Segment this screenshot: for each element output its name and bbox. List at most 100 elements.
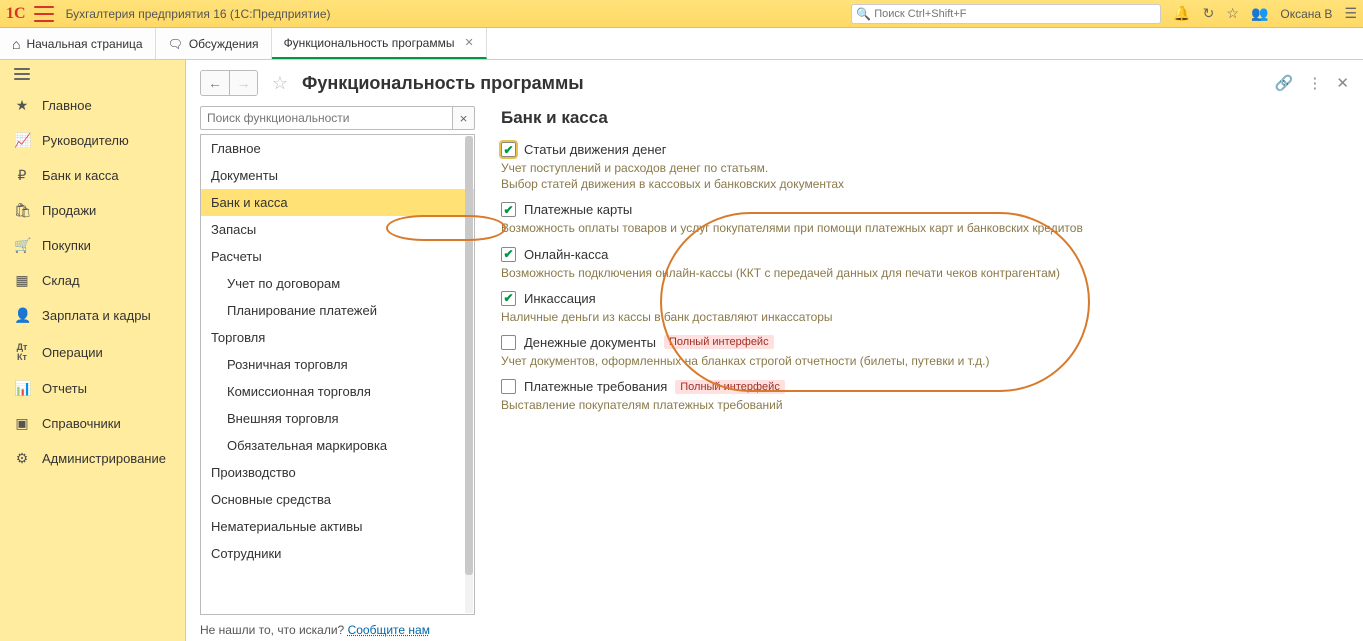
tree-item[interactable]: Учет по договорам <box>201 270 474 297</box>
back-button[interactable]: ← <box>201 71 229 95</box>
link-icon[interactable]: 🔗 <box>1275 74 1294 92</box>
tree-item[interactable]: Сотрудники <box>201 540 474 567</box>
gear-icon: ⚙ <box>14 450 30 467</box>
boxes-icon: ▦ <box>14 272 30 289</box>
star-icon[interactable]: ☆ <box>1226 5 1239 22</box>
tree-item[interactable]: Основные средства <box>201 486 474 513</box>
close-icon[interactable]: ✕ <box>464 36 473 49</box>
tree-search: × <box>200 106 475 130</box>
user-icon[interactable]: 👥 <box>1251 5 1268 22</box>
checkbox[interactable] <box>501 142 516 157</box>
sidebar-item-sales[interactable]: 🛍 Продажи <box>0 193 185 228</box>
tab-discussions[interactable]: 🗨 Обсуждения <box>156 28 272 59</box>
tab-home[interactable]: ⌂ Начальная страница <box>0 28 156 59</box>
close-icon[interactable]: ✕ <box>1336 74 1349 92</box>
tree-item[interactable]: Планирование платежей <box>201 297 474 324</box>
checkbox[interactable] <box>501 291 516 306</box>
hamburger-icon[interactable] <box>34 6 54 22</box>
sidebar-item-label: Банк и касса <box>42 168 119 183</box>
tree-item[interactable]: Торговля <box>201 324 474 351</box>
setting-row: Денежные документыПолный интерфейсУчет д… <box>501 335 1343 369</box>
global-search-input[interactable] <box>851 4 1161 24</box>
report-link[interactable]: Сообщите нам <box>348 623 430 637</box>
tree-item[interactable]: Запасы <box>201 216 474 243</box>
sidebar-item-hr[interactable]: 👤Зарплата и кадры <box>0 298 185 333</box>
book-icon: ▣ <box>14 415 30 432</box>
chart-icon: 📈 <box>14 132 30 149</box>
tree-item[interactable]: Главное <box>201 135 474 162</box>
scrollbar[interactable] <box>465 136 473 613</box>
checkbox[interactable] <box>501 202 516 217</box>
settings-lines-icon[interactable]: ☰ <box>1344 5 1357 22</box>
setting-row: Статьи движения денегУчет поступлений и … <box>501 142 1343 192</box>
search-icon: 🔍 <box>856 7 871 21</box>
sidebar-item-operations[interactable]: ДтКтОперации <box>0 333 185 371</box>
bars-icon: 📊 <box>14 380 30 397</box>
setting-description: Учет поступлений и расходов денег по ста… <box>501 160 1343 192</box>
not-found-row: Не нашли то, что искали? Сообщите нам <box>200 615 475 641</box>
content-body: × ГлавноеДокументыБанк и кассаЗапасыРасч… <box>186 102 1363 641</box>
tree-item[interactable]: Обязательная маркировка <box>201 432 474 459</box>
setting-row: Онлайн-касса Возможность подключения онла… <box>501 247 1343 281</box>
bell-icon[interactable]: 🔔 <box>1173 5 1190 22</box>
settings-panel: Банк и касса Статьи движения денегУчет п… <box>495 106 1349 641</box>
main-layout: ★Главное 📈Руководителю ₽Банк и касса 🛍Пр… <box>0 60 1363 641</box>
tree-item[interactable]: Комиссионная торговля <box>201 378 474 405</box>
checkbox[interactable] <box>501 379 516 394</box>
sidebar-item-main[interactable]: ★Главное <box>0 88 185 123</box>
bag-icon: 🛍 <box>14 202 30 219</box>
setting-label: Онлайн-касса <box>524 247 608 262</box>
setting-row: Платежные картыВозможность оплаты товаро… <box>501 202 1343 236</box>
history-icon[interactable]: ↻ <box>1203 5 1215 22</box>
global-search-wrap: 🔍 <box>851 4 1161 24</box>
tree-panel: × ГлавноеДокументыБанк и кассаЗапасыРасч… <box>200 106 475 641</box>
more-icon[interactable]: ⋮ <box>1307 74 1322 92</box>
clear-search-button[interactable]: × <box>453 106 475 130</box>
tree-item[interactable]: Внешняя торговля <box>201 405 474 432</box>
titlebar: 1С Бухгалтерия предприятия 16 (1С:Предпр… <box>0 0 1363 28</box>
person-icon: 👤 <box>14 307 30 324</box>
tree-item[interactable]: Расчеты <box>201 243 474 270</box>
tab-functionality-label: Функциональность программы <box>284 36 455 50</box>
checkbox[interactable] <box>501 335 516 350</box>
tree-item[interactable]: Документы <box>201 162 474 189</box>
sidebar-item-reports[interactable]: 📊Отчеты <box>0 371 185 406</box>
setting-description: Возможность подключения онлайн-кассы (КК… <box>501 265 1343 281</box>
app-title: Бухгалтерия предприятия 16 (1С:Предприят… <box>66 7 331 21</box>
cart-icon: 🛒 <box>14 237 30 254</box>
tab-functionality[interactable]: Функциональность программы ✕ <box>272 28 487 59</box>
user-name[interactable]: Оксана В <box>1280 7 1332 21</box>
setting-description: Учет документов, оформленных на бланках … <box>501 353 1343 369</box>
sidebar-item-purchases[interactable]: 🛒Покупки <box>0 228 185 263</box>
star-icon: ★ <box>14 97 30 114</box>
sidebar-item-refs[interactable]: ▣Справочники <box>0 406 185 441</box>
setting-description: Выставление покупателям платежных требов… <box>501 397 1343 413</box>
forward-button[interactable]: → <box>229 71 257 95</box>
sidebar-item-label: Продажи <box>42 203 96 218</box>
tree-search-input[interactable] <box>200 106 453 130</box>
sidebar-item-manager[interactable]: 📈Руководителю <box>0 123 185 158</box>
tab-home-label: Начальная страница <box>26 37 142 51</box>
sidebar-item-bank[interactable]: ₽ Банк и касса <box>0 158 185 193</box>
tree-item[interactable]: Розничная торговля <box>201 351 474 378</box>
setting-label: Платежные требования <box>524 379 667 394</box>
discussions-icon: 🗨 <box>168 37 183 51</box>
content-header: ← → ☆ Функциональность программы 🔗 ⋮ ✕ <box>186 60 1363 102</box>
sidebar-item-warehouse[interactable]: ▦Склад <box>0 263 185 298</box>
not-found-text: Не нашли то, что искали? <box>200 623 348 637</box>
tree-item[interactable]: Банк и касса <box>201 189 474 216</box>
scrollbar-thumb[interactable] <box>465 136 473 575</box>
setting-row: ИнкассацияНаличные деньги из кассы в бан… <box>501 291 1343 325</box>
sidebar-item-admin[interactable]: ⚙Администрирование <box>0 441 185 476</box>
ruble-icon: ₽ <box>14 167 30 184</box>
logo-1c: 1С <box>6 5 26 23</box>
titlebar-right: 🔔 ↻ ☆ 👥 Оксана В ☰ <box>1173 5 1357 22</box>
tree-list[interactable]: ГлавноеДокументыБанк и кассаЗапасыРасчет… <box>200 134 475 615</box>
tree-item[interactable]: Производство <box>201 459 474 486</box>
tree-item[interactable]: Нематериальные активы <box>201 513 474 540</box>
checkbox[interactable] <box>501 247 516 262</box>
sidebar-burger[interactable] <box>0 60 185 88</box>
favorite-button[interactable]: ☆ <box>268 71 292 95</box>
interface-badge: Полный интерфейс <box>675 380 785 394</box>
setting-description: Наличные деньги из кассы в банк доставля… <box>501 309 1343 325</box>
